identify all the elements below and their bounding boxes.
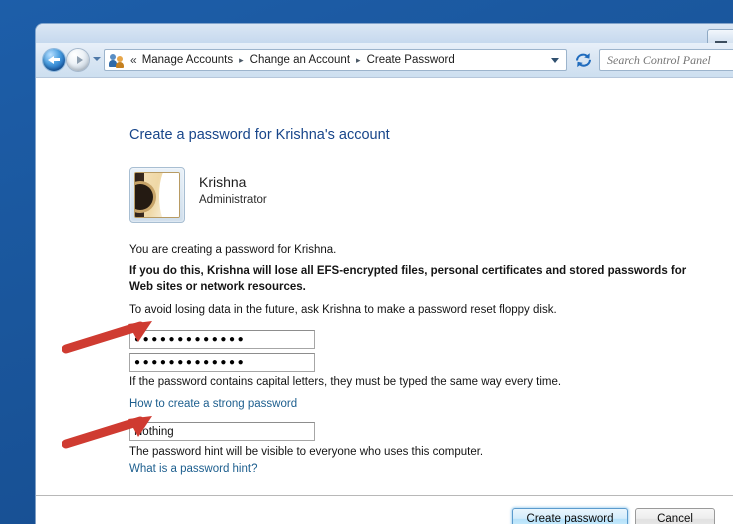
refresh-icon[interactable] xyxy=(573,50,594,70)
strong-password-link[interactable]: How to create a strong password xyxy=(129,398,297,410)
guitar-avatar-icon xyxy=(129,167,185,223)
desktop-background: « Manage Accounts ▸ Change an Account ▸ … xyxy=(0,0,733,524)
breadcrumb-item-manage-accounts[interactable]: Manage Accounts xyxy=(142,54,233,66)
breadcrumb-separator-icon[interactable]: ▸ xyxy=(239,55,244,66)
back-button[interactable] xyxy=(43,49,65,71)
control-panel-window: « Manage Accounts ▸ Change an Account ▸ … xyxy=(36,24,733,524)
breadcrumb-chevron-down-icon[interactable] xyxy=(551,57,559,63)
search-input[interactable] xyxy=(600,50,733,70)
breadcrumb-item-change-an-account[interactable]: Change an Account xyxy=(250,54,350,66)
search-box[interactable] xyxy=(599,49,733,71)
user-accounts-icon xyxy=(109,53,125,68)
capital-letters-note: If the password contains capital letters… xyxy=(129,376,562,388)
recent-pages-chevron-down-icon[interactable] xyxy=(93,57,101,61)
intro-text: You are creating a password for Krishna. xyxy=(129,244,337,256)
what-is-password-hint-link[interactable]: What is a password hint? xyxy=(129,463,257,475)
warning-text-line2: Web sites or network resources. xyxy=(129,281,306,293)
breadcrumb-overflow-icon[interactable]: « xyxy=(130,53,137,67)
account-role: Administrator xyxy=(199,194,267,206)
breadcrumb-separator-icon[interactable]: ▸ xyxy=(356,55,361,66)
new-password-input[interactable] xyxy=(129,330,315,349)
create-password-button[interactable]: Create password xyxy=(512,508,628,524)
account-summary: Krishna Administrator xyxy=(129,167,429,225)
window-titlebar xyxy=(36,24,733,48)
warning-text-line1: If you do this, Krishna will lose all EF… xyxy=(129,265,687,277)
breadcrumb[interactable]: « Manage Accounts ▸ Change an Account ▸ … xyxy=(104,49,567,71)
account-name: Krishna xyxy=(199,174,247,190)
password-hint-input[interactable] xyxy=(129,422,315,441)
navigation-bar: « Manage Accounts ▸ Change an Account ▸ … xyxy=(36,43,733,78)
cancel-button[interactable]: Cancel xyxy=(635,508,715,524)
advice-text: To avoid losing data in the future, ask … xyxy=(129,304,557,316)
footer-divider xyxy=(36,495,733,496)
breadcrumb-item-create-password[interactable]: Create Password xyxy=(367,54,455,66)
confirm-password-input[interactable] xyxy=(129,353,315,372)
page-title: Create a password for Krishna's account xyxy=(129,127,390,143)
forward-button[interactable] xyxy=(67,49,89,71)
content-area: Create a password for Krishna's account … xyxy=(36,78,733,524)
password-hint-note: The password hint will be visible to eve… xyxy=(129,446,484,458)
